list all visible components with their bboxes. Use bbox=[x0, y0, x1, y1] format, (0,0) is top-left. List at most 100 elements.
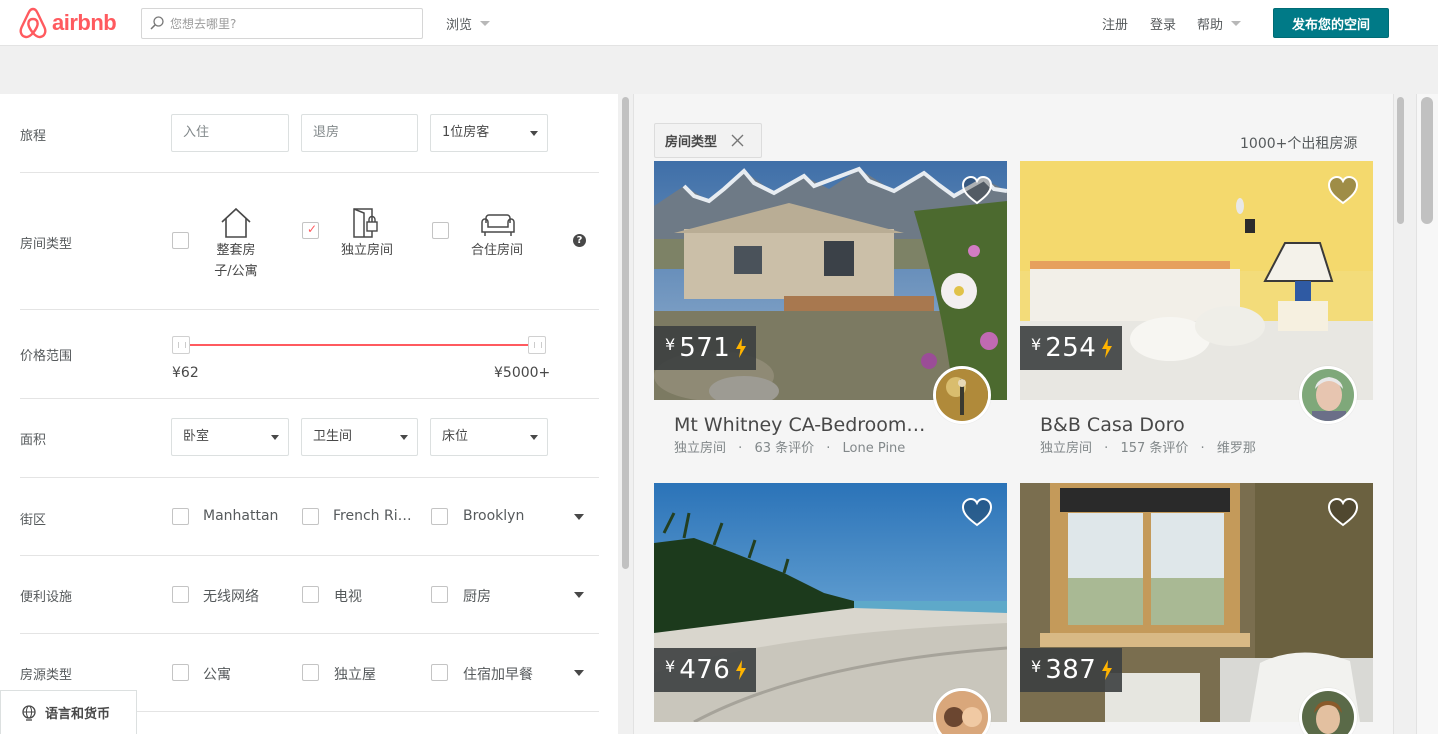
price-label: 价格范围 bbox=[20, 349, 73, 364]
chevron-down-icon bbox=[530, 435, 538, 440]
property-apartment-checkbox[interactable] bbox=[172, 664, 189, 681]
neighborhood-label: 街区 bbox=[20, 513, 47, 528]
chevron-down-icon bbox=[400, 435, 408, 440]
language-currency-button[interactable]: 语言和货币 bbox=[0, 690, 137, 734]
chevron-down-icon bbox=[530, 131, 538, 136]
listing-reviews[interactable]: 157 条评价 bbox=[1120, 441, 1188, 456]
results-scrollbar[interactable] bbox=[1397, 97, 1404, 224]
help-question-icon[interactable]: ? bbox=[573, 234, 586, 247]
logo-wordmark: airbnb bbox=[52, 10, 117, 35]
listing-title[interactable]: Mt Whitney CA-Bedroom… bbox=[674, 414, 924, 436]
property-house-checkbox[interactable] bbox=[302, 664, 319, 681]
beds-value: 床位 bbox=[442, 429, 469, 444]
neighborhood-french-checkbox[interactable] bbox=[302, 508, 319, 525]
price-max-label: ¥5000+ bbox=[494, 365, 551, 381]
browse-label: 浏览 bbox=[446, 18, 473, 33]
room-type-private-label: 独立房间 bbox=[332, 240, 402, 261]
host-avatar[interactable] bbox=[1299, 366, 1357, 424]
heart-icon[interactable] bbox=[1327, 497, 1359, 527]
listing-location: 维罗那 bbox=[1216, 441, 1256, 456]
listing-title[interactable]: B&B Casa Doro bbox=[1040, 414, 1290, 436]
property-bnb-label: 住宿加早餐 bbox=[463, 667, 533, 683]
chip-label: 房间类型 bbox=[665, 135, 718, 150]
airbnb-logo[interactable]: airbnb bbox=[18, 6, 117, 40]
listing-room-type: 独立房间 bbox=[1040, 441, 1093, 456]
browse-menu[interactable]: 浏览 bbox=[446, 14, 491, 33]
room-type-shared-checkbox[interactable] bbox=[432, 222, 449, 239]
heart-icon[interactable] bbox=[961, 497, 993, 527]
search-bar[interactable] bbox=[141, 8, 423, 39]
login-label: 登录 bbox=[1150, 18, 1177, 33]
property-house-label: 独立屋 bbox=[334, 667, 376, 683]
room-type-entire-label: 整套房 子/公寓 bbox=[204, 240, 268, 282]
price-tag: ¥ 571 bbox=[654, 326, 757, 370]
amenity-tv-label: 电视 bbox=[334, 589, 362, 605]
listing-meta: 独立房间 · 157 条评价 · 维罗那 bbox=[1040, 437, 1256, 456]
heart-icon[interactable] bbox=[1327, 175, 1359, 205]
currency-symbol: ¥ bbox=[665, 656, 676, 676]
room-type-entire-line2: 子/公寓 bbox=[214, 264, 258, 279]
filter-scrollbar[interactable] bbox=[622, 97, 629, 569]
chevron-down-icon[interactable] bbox=[574, 670, 584, 676]
house-icon bbox=[221, 207, 251, 238]
property-type-label: 房源类型 bbox=[20, 668, 73, 683]
price-tag: ¥ 476 bbox=[654, 648, 757, 692]
heart-icon[interactable] bbox=[961, 175, 993, 205]
amenity-kitchen-checkbox[interactable] bbox=[431, 586, 448, 603]
neighborhood-brooklyn-checkbox[interactable] bbox=[431, 508, 448, 525]
listing-room-type: 独立房间 bbox=[674, 441, 727, 456]
listing-reviews[interactable]: 63 条评价 bbox=[754, 441, 814, 456]
price-slider-track[interactable] bbox=[178, 344, 538, 346]
sofa-icon bbox=[481, 214, 515, 236]
guests-select[interactable]: 1位房客 bbox=[430, 114, 548, 152]
checkin-placeholder: 入住 bbox=[183, 125, 210, 140]
host-photo bbox=[1302, 369, 1354, 421]
room-type-filter-chip[interactable]: 房间类型 bbox=[654, 123, 762, 158]
meta-separator: · bbox=[1104, 441, 1109, 456]
listing-photo[interactable]: ¥ 571 bbox=[654, 161, 1007, 400]
listing-photo[interactable]: ¥ 387 bbox=[1020, 483, 1373, 722]
price-min-handle[interactable] bbox=[172, 336, 190, 354]
listing-photo[interactable]: ¥ 476 bbox=[654, 483, 1007, 722]
price-min-label: ¥62 bbox=[172, 365, 199, 381]
instant-book-bolt-icon bbox=[736, 660, 747, 680]
price-max-handle[interactable] bbox=[528, 336, 546, 354]
room-type-entire-checkbox[interactable] bbox=[172, 232, 189, 249]
login-link[interactable]: 登录 bbox=[1150, 14, 1176, 33]
listing-photo[interactable]: ¥ 254 bbox=[1020, 161, 1373, 400]
bathrooms-select[interactable]: 卫生间 bbox=[301, 418, 418, 456]
host-photo bbox=[1302, 691, 1354, 734]
neighborhood-french-label: French Ri… bbox=[333, 508, 412, 524]
amenity-tv-checkbox[interactable] bbox=[302, 586, 319, 603]
search-input[interactable] bbox=[170, 13, 415, 35]
amenities-filter-row: 便利设施 无线网络 电视 厨房 bbox=[20, 556, 599, 634]
price-amount: 571 bbox=[679, 333, 731, 363]
instant-book-bolt-icon bbox=[1102, 338, 1113, 358]
neighborhood-manhattan-label: Manhattan bbox=[203, 508, 279, 524]
help-menu[interactable]: 帮助 bbox=[1197, 14, 1242, 33]
search-icon bbox=[150, 16, 164, 30]
amenity-wifi-checkbox[interactable] bbox=[172, 586, 189, 603]
filter-panel: 旅程 入住 退房 1位房客 房间类型 整套房 子/公寓 ✓ 独立房间 合住房间 … bbox=[0, 94, 618, 734]
close-icon[interactable] bbox=[731, 134, 744, 147]
bedrooms-select[interactable]: 卧室 bbox=[171, 418, 289, 456]
checkout-field[interactable]: 退房 bbox=[301, 114, 418, 152]
door-icon bbox=[353, 208, 378, 238]
host-photo bbox=[936, 691, 988, 734]
neighborhood-manhattan-checkbox[interactable] bbox=[172, 508, 189, 525]
amenities-label: 便利设施 bbox=[20, 590, 73, 605]
currency-symbol: ¥ bbox=[665, 334, 676, 354]
property-apartment-label: 公寓 bbox=[203, 667, 231, 683]
checkin-field[interactable]: 入住 bbox=[171, 114, 289, 152]
language-currency-label: 语言和货币 bbox=[45, 707, 111, 722]
room-type-private-checkbox[interactable]: ✓ bbox=[302, 222, 319, 239]
trip-filter-row: 旅程 入住 退房 1位房客 bbox=[20, 94, 599, 173]
beds-select[interactable]: 床位 bbox=[430, 418, 548, 456]
property-bnb-checkbox[interactable] bbox=[431, 664, 448, 681]
chevron-down-icon[interactable] bbox=[574, 592, 584, 598]
host-avatar[interactable] bbox=[933, 366, 991, 424]
list-your-space-button[interactable]: 发布您的空间 bbox=[1273, 8, 1389, 38]
page-scrollbar[interactable] bbox=[1421, 97, 1433, 224]
signup-link[interactable]: 注册 bbox=[1102, 14, 1128, 33]
chevron-down-icon[interactable] bbox=[574, 514, 584, 520]
